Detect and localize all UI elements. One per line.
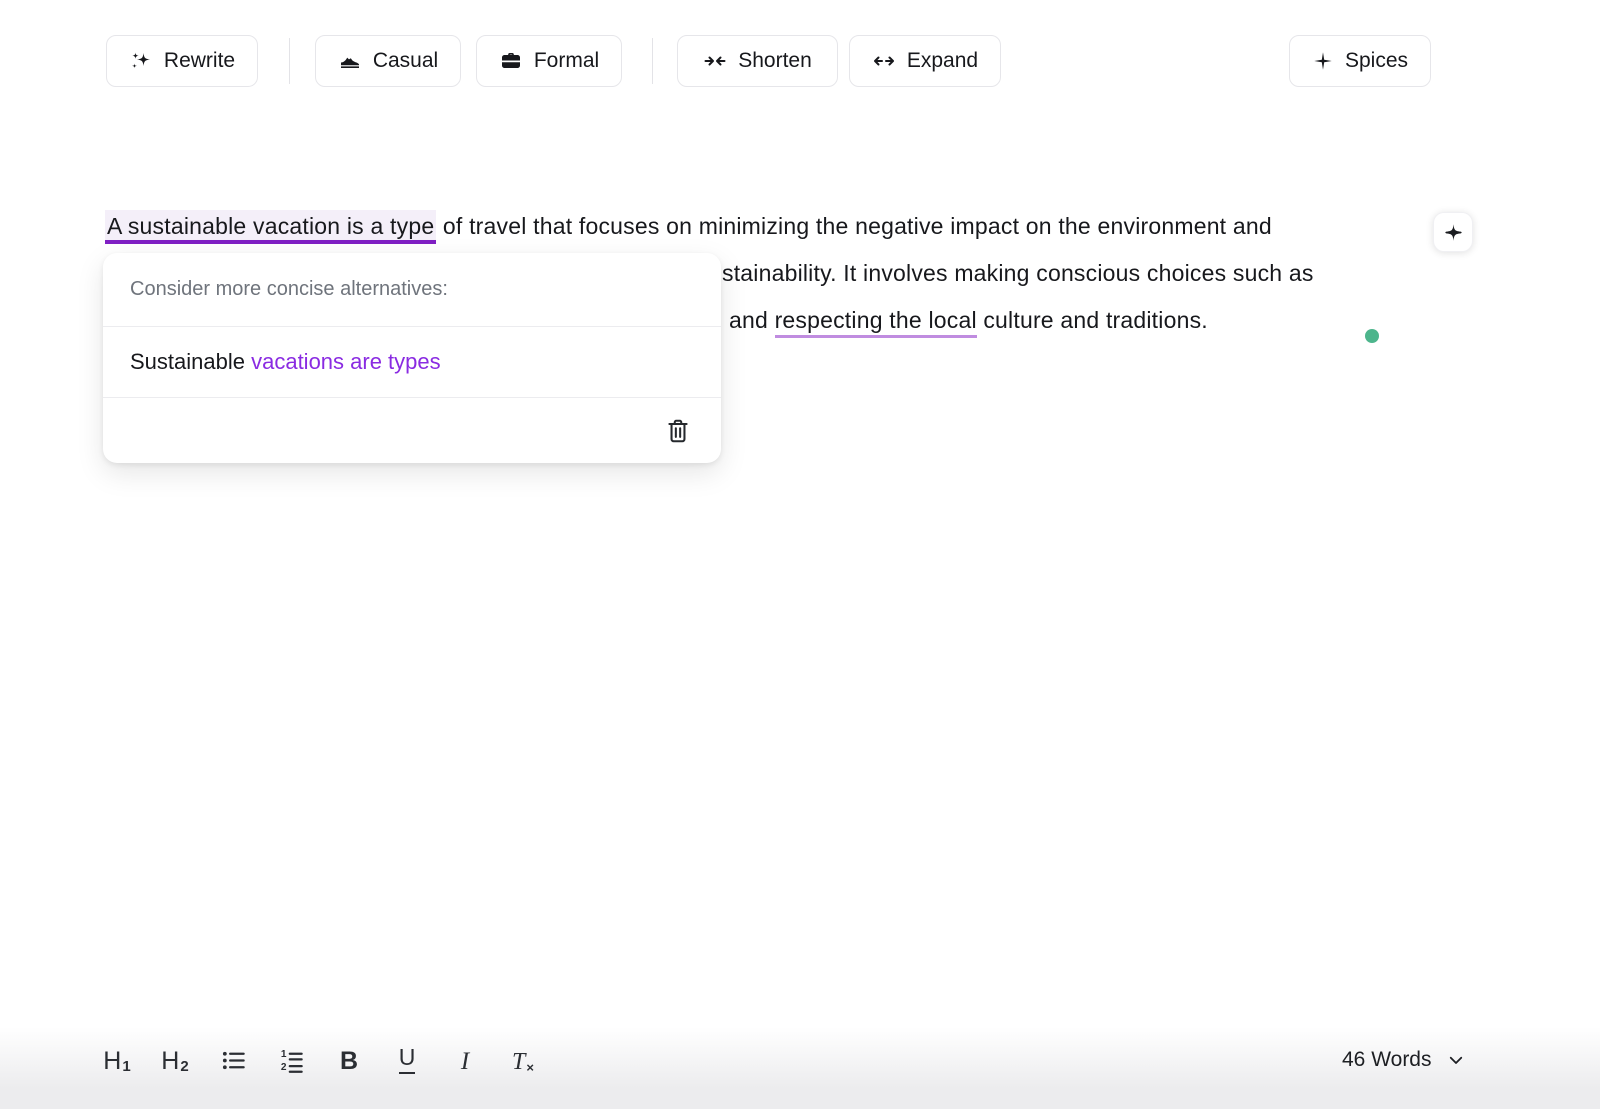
spices-label: Spices (1344, 49, 1409, 72)
underline-button[interactable]: U (393, 1044, 421, 1074)
heading1-icon: H1 (103, 1047, 131, 1075)
suggestion-underlined-phrase[interactable]: respecting the local (774, 307, 977, 338)
bullet-list-icon (220, 1047, 247, 1074)
collaborator-cursor-dot (1365, 329, 1379, 343)
suggestion-text: Sustainable vacations are types (130, 349, 441, 375)
editor-line-1[interactable]: A sustainable vacation is a type of trav… (105, 203, 1272, 250)
dismiss-suggestion-button[interactable] (661, 414, 695, 448)
briefcase-icon (499, 49, 523, 73)
spices-button[interactable]: Spices (1289, 35, 1431, 87)
word-count-control[interactable]: 46 Words (1342, 1048, 1465, 1072)
suggestion-popup-header: Consider more concise alternatives: (103, 253, 721, 327)
sneaker-icon (338, 49, 362, 73)
clear-formatting-button[interactable]: T × (509, 1044, 537, 1074)
bullet-list-button[interactable] (219, 1044, 247, 1074)
numbered-list-icon: 1 2 (278, 1047, 305, 1074)
suggestion-option[interactable]: Sustainable vacations are types (103, 327, 721, 398)
editor-line-2-text: stainability. It involves making conscio… (722, 260, 1314, 286)
trash-icon (665, 417, 691, 445)
arrows-outward-icon (872, 49, 896, 73)
bold-button[interactable]: B (335, 1044, 363, 1074)
bold-icon: B (339, 1047, 359, 1075)
clear-formatting-icon: T × (512, 1049, 534, 1075)
word-count-label: 46 Words (1342, 1048, 1432, 1071)
formal-label: Formal (533, 49, 600, 72)
numbered-list-button[interactable]: 1 2 (277, 1044, 305, 1074)
italic-icon: I (460, 1048, 470, 1075)
casual-label: Casual (372, 49, 439, 72)
expand-button[interactable]: Expand (849, 35, 1001, 87)
svg-text:2: 2 (280, 1062, 286, 1073)
expand-label: Expand (906, 49, 979, 72)
suggestion-text-alternative: vacations are types (251, 349, 441, 374)
heading2-button[interactable]: H2 (161, 1044, 189, 1075)
formatting-toolbar: H1 H2 1 2 B U I T × (103, 1044, 537, 1074)
underline-icon: U (398, 1046, 416, 1074)
arrows-inward-icon (703, 49, 727, 73)
suggestion-popup-header-text: Consider more concise alternatives: (130, 278, 448, 300)
editor-line-2[interactable]: stainability. It involves making conscio… (722, 250, 1314, 297)
editor-line-3-pre: and (729, 307, 775, 333)
casual-button[interactable]: Casual (315, 35, 461, 87)
svg-text:1: 1 (280, 1049, 286, 1060)
toolbar-divider (652, 38, 653, 84)
editor-line-1-text: of travel that focuses on minimizing the… (436, 213, 1272, 239)
shorten-label: Shorten (738, 49, 812, 72)
chevron-down-icon (1447, 1051, 1465, 1069)
rewritten-phrase-highlight[interactable]: A sustainable vacation is a type (105, 210, 437, 244)
shorten-button[interactable]: Shorten (677, 35, 838, 87)
formal-button[interactable]: Formal (476, 35, 622, 87)
suggestion-text-plain: Sustainable (130, 349, 252, 374)
rewrite-label: Rewrite (163, 49, 236, 72)
italic-button[interactable]: I (451, 1044, 479, 1074)
four-point-star-icon (1312, 50, 1334, 72)
editor-page: Rewrite Casual Formal Shorten Expand Spi… (0, 0, 1600, 1109)
heading1-button[interactable]: H1 (103, 1044, 131, 1075)
suggestion-popup-footer (103, 398, 721, 463)
heading2-icon: H2 (161, 1047, 189, 1075)
rewrite-button[interactable]: Rewrite (106, 35, 258, 87)
editor-line-3[interactable]: and respecting the local culture and tra… (729, 297, 1208, 344)
suggestion-popup: Consider more concise alternatives: Sust… (103, 253, 721, 463)
sparkles-icon (129, 49, 153, 73)
toolbar-divider (289, 38, 290, 84)
inline-rewrite-button[interactable] (1433, 212, 1473, 252)
four-point-star-icon (1443, 222, 1464, 243)
editor-line-3-post: culture and traditions. (976, 307, 1208, 333)
